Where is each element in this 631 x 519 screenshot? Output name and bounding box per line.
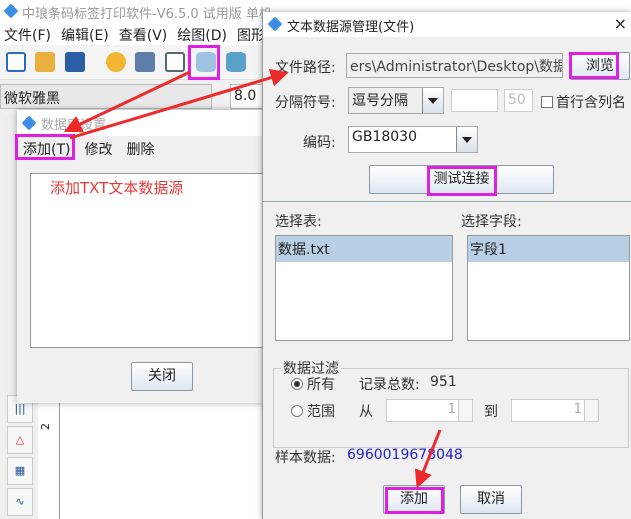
database-button-highlight: [188, 45, 220, 80]
font-name-select[interactable]: 微软雅黑: [0, 84, 212, 109]
qrcode-tool-icon[interactable]: ▦: [7, 457, 33, 485]
record-count-label: 记录总数:: [359, 377, 420, 393]
save-icon[interactable]: [65, 52, 85, 72]
edit-menu[interactable]: 修改: [84, 139, 112, 158]
encoding-value: GB18030: [352, 129, 417, 145]
annotation-text: 添加TXT文本数据源: [50, 179, 184, 197]
curve-tool-icon[interactable]: ∿: [7, 488, 33, 516]
datasource-list[interactable]: 添加TXT文本数据源: [30, 173, 267, 348]
max-columns-input[interactable]: 50: [504, 89, 533, 112]
table-list[interactable]: 数据.txt: [275, 235, 453, 341]
checkbox-icon: [541, 96, 553, 108]
shape-tool-icon[interactable]: △: [7, 426, 33, 454]
dialog-title: 文本数据源管理(文件): [287, 20, 415, 35]
menu-view[interactable]: 查看(V): [119, 25, 168, 44]
file-path-label: 文件路径:: [275, 60, 336, 76]
settings-icon[interactable]: [106, 52, 126, 72]
dialog-logo-icon: [21, 115, 37, 131]
dialog-logo-icon: [267, 16, 283, 32]
from-label: 从: [359, 404, 373, 420]
app-title: 中琅条码标签打印软件-V6.5.0 试用版 单机: [22, 7, 272, 22]
dialog-title-bar: 数据库设置: [17, 110, 267, 136]
add-button-highlight: [385, 487, 444, 514]
database-connect-icon[interactable]: [226, 52, 246, 72]
radio-icon: [291, 405, 303, 417]
first-row-header-label: 首行含列名: [556, 95, 626, 111]
delete-menu[interactable]: 删除: [126, 139, 154, 158]
open-icon[interactable]: [35, 52, 55, 72]
radio-selected-icon: [291, 378, 303, 390]
radio-all[interactable]: 所有: [291, 374, 335, 394]
font-size: 8.0: [234, 88, 257, 104]
sample-value: 6960019678048: [347, 447, 463, 463]
new-icon[interactable]: [6, 52, 26, 72]
from-spinner[interactable]: 1: [386, 399, 473, 422]
to-spinner[interactable]: 1: [511, 399, 599, 422]
cancel-button[interactable]: 取消: [460, 485, 522, 514]
menu-shape[interactable]: 图形: [237, 25, 265, 44]
print-icon[interactable]: [135, 52, 155, 72]
add-menu-highlight: [15, 134, 75, 160]
close-button[interactable]: 关闭: [131, 362, 193, 391]
custom-separator-input[interactable]: [451, 89, 498, 112]
divider: [263, 201, 631, 202]
separator-value: 逗号分隔: [352, 93, 408, 109]
chevron-down-icon: [456, 127, 477, 152]
print-preview-icon[interactable]: [165, 52, 185, 72]
radio-range[interactable]: 范围: [291, 401, 335, 421]
chevron-down-icon: [422, 88, 443, 113]
separator-label: 分隔符号:: [275, 95, 336, 111]
field-item[interactable]: 字段1: [468, 236, 629, 262]
dialog-title-bar: 文本数据源管理(文件) ×: [263, 12, 631, 37]
close-icon[interactable]: ×: [614, 14, 627, 33]
radio-all-label: 所有: [307, 377, 335, 393]
separator-select[interactable]: 逗号分隔: [348, 87, 444, 114]
test-highlight: [427, 166, 497, 196]
sample-label: 样本数据:: [275, 450, 336, 466]
encoding-label: 编码:: [303, 135, 336, 151]
ruler-label: 2: [39, 423, 52, 430]
to-label: 到: [484, 404, 498, 420]
menu-file[interactable]: 文件(F): [4, 25, 51, 44]
field-label: 选择字段:: [461, 214, 522, 230]
text-datasource-dialog: 文本数据源管理(文件) × 文件路径: ers\Administrator\De…: [262, 12, 631, 519]
record-count: 951: [430, 374, 457, 390]
font-size-input[interactable]: 8.0: [230, 84, 266, 109]
menu-edit[interactable]: 编辑(E): [61, 25, 109, 44]
field-list[interactable]: 字段1: [467, 235, 630, 341]
radio-range-label: 范围: [307, 404, 335, 420]
font-name: 微软雅黑: [4, 91, 60, 107]
menu-draw[interactable]: 绘图(D): [177, 25, 227, 44]
menu-bar: 文件(F) 编辑(E) 查看(V) 绘图(D) 图形: [0, 22, 270, 45]
toolbar: [0, 45, 270, 80]
encoding-select[interactable]: GB18030: [348, 126, 478, 153]
table-label: 选择表:: [275, 214, 322, 230]
first-row-header-checkbox[interactable]: 首行含列名: [541, 92, 626, 112]
browse-highlight: [569, 52, 619, 79]
app-logo-icon: [3, 3, 19, 19]
table-item[interactable]: 数据.txt: [276, 236, 452, 262]
file-path-input[interactable]: ers\Administrator\Desktop\数据.txt: [346, 53, 563, 78]
dialog-title: 数据库设置: [41, 118, 107, 133]
